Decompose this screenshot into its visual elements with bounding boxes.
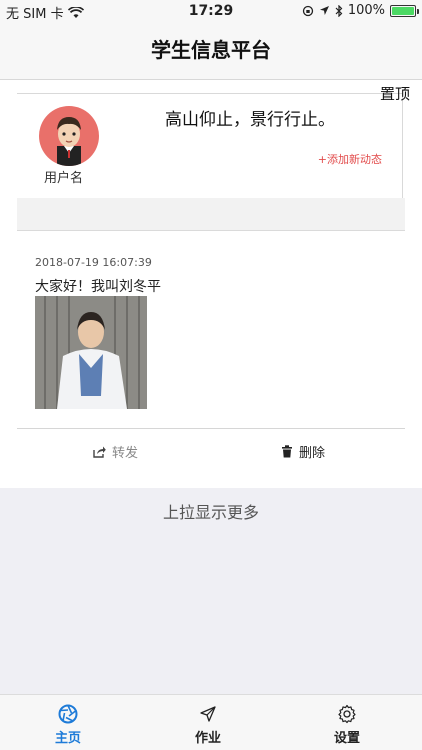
post-timestamp: 2018-07-19 16:07:39 xyxy=(35,256,152,269)
share-icon xyxy=(93,446,106,458)
username-label: 用户名 xyxy=(44,171,84,186)
rotation-lock-icon xyxy=(302,5,313,16)
post-item: 2018-07-19 16:07:39 大家好！我叫刘冬平 xyxy=(17,232,405,428)
post-photo[interactable] xyxy=(35,296,147,409)
paper-plane-icon xyxy=(200,706,216,722)
student-photo-icon xyxy=(35,296,147,409)
page-title: 学生信息平台 xyxy=(151,38,271,62)
forward-label: 转发 xyxy=(112,446,139,461)
forward-button[interactable]: 转发 xyxy=(93,442,138,461)
avatar[interactable] xyxy=(39,106,99,166)
motto-text: 高山仰止，景行行止。 xyxy=(165,110,335,130)
trash-icon xyxy=(282,445,292,458)
tab-home[interactable]: 主页 xyxy=(28,703,108,746)
gear-icon xyxy=(338,704,356,724)
tab-settings[interactable]: 设置 xyxy=(307,703,387,746)
delete-button[interactable]: 删除 xyxy=(281,442,325,461)
avatar-cartoon-icon xyxy=(57,117,81,166)
battery-icon xyxy=(390,4,419,17)
tab-homework[interactable]: 作业 xyxy=(168,703,248,746)
post-actions: 转发 删除 xyxy=(17,428,405,472)
aperture-icon xyxy=(58,704,78,724)
tab-home-label: 主页 xyxy=(54,731,81,746)
location-icon xyxy=(319,6,329,15)
bluetooth-icon xyxy=(335,4,343,17)
post-text: 大家好！我叫刘冬平 xyxy=(35,279,161,295)
nav-bar: 学生信息平台 xyxy=(0,22,422,80)
tab-settings-label: 设置 xyxy=(333,731,360,746)
status-bar: 无 SIM 卡 17:29 100% xyxy=(0,0,422,22)
add-post-link[interactable]: +添加新动态 xyxy=(318,151,382,167)
battery-percent: 100% xyxy=(347,3,385,18)
tab-bar: 主页 作业 设置 xyxy=(0,694,422,750)
section-divider xyxy=(17,198,405,231)
profile-card: 用户名 高山仰止，景行行止。 +添加新动态 xyxy=(17,93,403,199)
status-right: 100% xyxy=(302,3,419,18)
load-more-hint: 上拉显示更多 xyxy=(162,503,259,522)
tab-homework-label: 作业 xyxy=(194,731,221,746)
battery-level xyxy=(392,6,414,15)
pin-top-label[interactable]: 置顶 xyxy=(380,83,410,104)
delete-label: 删除 xyxy=(299,446,326,461)
main-content[interactable]: 用户名 高山仰止，景行行止。 +添加新动态 置顶 2018-07-19 16:0… xyxy=(0,80,422,694)
